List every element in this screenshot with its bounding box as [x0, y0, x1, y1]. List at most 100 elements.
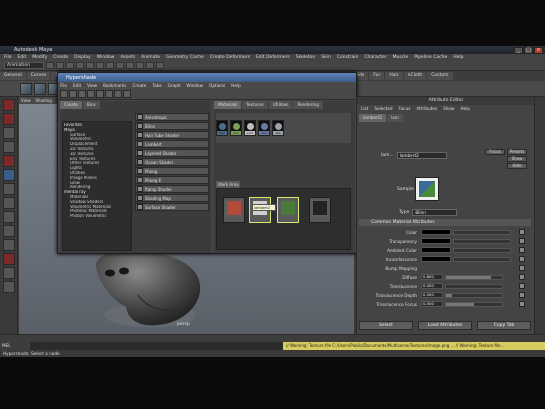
node-category-tree[interactable]: Favorites Maya Surface Volumetric Displaceme…	[62, 121, 132, 251]
graph-icon[interactable]	[87, 90, 95, 98]
focus-button[interactable]: Focus	[485, 149, 505, 155]
shader-node[interactable]	[277, 197, 299, 223]
toggle-panel-icon[interactable]	[60, 90, 68, 98]
attribute-slider[interactable]	[445, 283, 503, 289]
attribute-slider[interactable]	[445, 274, 503, 280]
hypershade-menu-item[interactable]: Graph	[168, 83, 181, 88]
map-button-icon[interactable]	[519, 229, 525, 235]
hypershade-menu-item[interactable]: Bookmarks	[103, 83, 126, 88]
work-area[interactable]: lambert2	[216, 188, 351, 250]
shader-node[interactable]	[223, 197, 245, 223]
select-object-icon[interactable]	[86, 62, 94, 69]
render-icon[interactable]	[136, 62, 144, 69]
node-create-button[interactable]: Hair Tube Shader	[135, 131, 209, 139]
layout-icon[interactable]	[3, 267, 15, 279]
maximize-button[interactable]: □	[524, 46, 533, 54]
shelf-tab[interactable]: nCloth	[403, 72, 427, 80]
material-swatch[interactable]: part	[244, 120, 256, 136]
input-connections-icon[interactable]	[114, 90, 122, 98]
snap-curve-icon[interactable]	[116, 62, 124, 69]
attribute-value-field[interactable]: 0.000	[421, 283, 443, 289]
ae-action-button[interactable]: Select	[359, 321, 413, 330]
attribute-value-field[interactable]: 0.500	[421, 292, 443, 298]
browser-tab[interactable]: Rendering	[293, 101, 323, 109]
node-name-field[interactable]: lambert2	[396, 152, 447, 159]
ae-tab[interactable]: lambert2	[359, 114, 387, 122]
ipr-render-icon[interactable]	[146, 62, 154, 69]
menu-item[interactable]: Edit Deformers	[256, 55, 290, 60]
create-tab[interactable]: Bins	[82, 101, 100, 109]
map-button-icon[interactable]	[519, 301, 525, 307]
attribute-color-swatch[interactable]	[421, 247, 451, 253]
menu-item[interactable]: Geometry Cache	[166, 55, 204, 60]
node-create-button[interactable]: Ramp Shader	[135, 185, 209, 193]
layout-icon[interactable]	[3, 281, 15, 293]
menu-item[interactable]: Display	[74, 55, 91, 60]
hypershade-menu-item[interactable]: View	[87, 83, 97, 88]
select-hierarchy-icon[interactable]	[76, 62, 84, 69]
attribute-slider[interactable]	[453, 247, 511, 253]
browser-tab[interactable]: Materials	[214, 101, 242, 109]
output-connections-icon[interactable]	[123, 90, 131, 98]
shelf-tool-icon[interactable]	[20, 82, 32, 95]
show-button[interactable]: Show	[507, 156, 527, 162]
viewport-menu-item[interactable]: Shading	[36, 98, 52, 103]
hypershade-menu-item[interactable]: Help	[231, 83, 241, 88]
shelf-tab[interactable]: General	[0, 72, 26, 80]
menu-item[interactable]: Create Deformers	[210, 55, 250, 60]
menu-item[interactable]: File	[4, 55, 12, 60]
command-line-label[interactable]: MEL	[0, 342, 30, 350]
menu-item[interactable]: Edit	[18, 55, 27, 60]
map-button-icon[interactable]	[519, 247, 525, 253]
ae-menu-item[interactable]: Attributes	[416, 106, 437, 111]
work-area-tab[interactable]: Work Area	[216, 181, 240, 188]
map-button-icon[interactable]	[519, 292, 525, 298]
browser-tab[interactable]: Textures	[242, 101, 268, 109]
node-create-button[interactable]: Anisotropic	[135, 113, 209, 121]
map-button-icon[interactable]	[519, 238, 525, 244]
menu-item[interactable]: Assets	[120, 55, 135, 60]
persp-outliner-icon[interactable]	[3, 239, 15, 251]
minimize-button[interactable]: _	[514, 46, 523, 54]
character-head-model[interactable]	[88, 245, 208, 330]
node-create-button[interactable]: Shading Map	[135, 194, 209, 202]
ae-menu-item[interactable]: List	[361, 106, 368, 111]
save-scene-icon[interactable]	[66, 62, 74, 69]
move-tool-icon[interactable]	[3, 141, 15, 153]
ae-tab[interactable]: lam	[387, 114, 403, 122]
hide-button[interactable]: Hide	[507, 163, 527, 169]
hypershade-menu-item[interactable]: Edit	[73, 83, 81, 88]
select-tool-icon[interactable]	[3, 99, 15, 111]
clear-graph-icon[interactable]	[96, 90, 104, 98]
close-button[interactable]: ×	[534, 46, 543, 54]
layout-icon[interactable]	[3, 253, 15, 265]
attribute-slider[interactable]	[445, 301, 503, 307]
menu-item[interactable]: Constrain	[337, 55, 359, 60]
hypershade-menu-item[interactable]: Window	[187, 83, 204, 88]
tree-item[interactable]: Photon Volumetric	[64, 214, 130, 219]
select-component-icon[interactable]	[96, 62, 104, 69]
new-scene-icon[interactable]	[46, 62, 54, 69]
shelf-tab[interactable]: Hair	[385, 72, 403, 80]
last-tool-icon[interactable]	[3, 197, 15, 209]
attribute-color-swatch[interactable]	[421, 256, 451, 262]
toggle-panel-icon[interactable]	[69, 90, 77, 98]
ae-menu-item[interactable]: Show	[443, 106, 454, 111]
node-create-button[interactable]: Surface Shader	[135, 203, 209, 211]
attribute-color-swatch[interactable]	[421, 238, 451, 244]
hypershade-menu-item[interactable]: Create	[132, 83, 146, 88]
menu-set-select[interactable]: Animation	[4, 62, 44, 69]
common-material-attributes-header[interactable]: Common Material Attributes	[359, 219, 531, 226]
ae-menu-item[interactable]: Selected	[374, 106, 392, 111]
hypershade-menu-item[interactable]: Options	[209, 83, 225, 88]
open-scene-icon[interactable]	[56, 62, 64, 69]
menu-item[interactable]: Pipeline Cache	[414, 55, 447, 60]
shelf-tab[interactable]: Curves	[26, 72, 51, 80]
timeline[interactable]	[0, 334, 545, 342]
menu-item[interactable]: Modify	[32, 55, 47, 60]
ae-menu-item[interactable]: Focus	[398, 106, 410, 111]
menu-item[interactable]: Character	[364, 55, 386, 60]
single-view-icon[interactable]	[3, 211, 15, 223]
map-button-icon[interactable]	[519, 265, 525, 271]
snap-point-icon[interactable]	[126, 62, 134, 69]
